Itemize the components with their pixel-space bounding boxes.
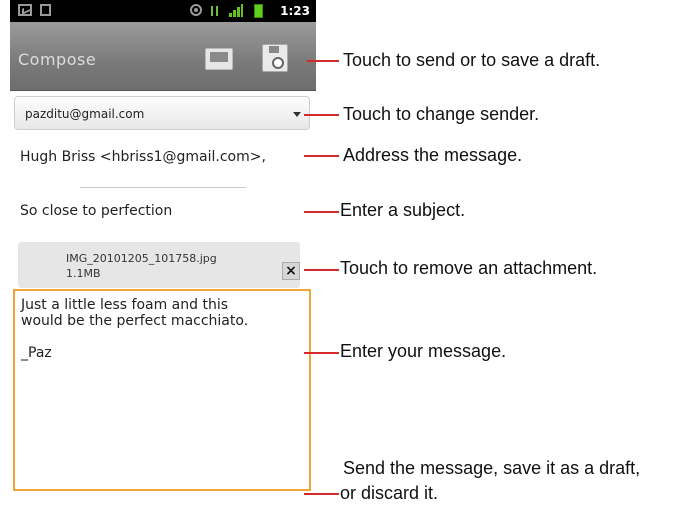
annotation-change-sender: Touch to change sender. [343,104,540,124]
callout-line-address [304,155,339,157]
callout-line-sender [304,114,339,116]
save-draft-icon [262,44,288,72]
attachment-name: IMG_20101205_101758.jpg [66,252,217,265]
gps-icon [190,4,202,16]
title-bar: Compose [10,22,316,91]
send-button[interactable] [205,48,233,70]
phone-screen: 1:23 Compose pazditu@gmail.com Hugh Bris… [10,0,316,491]
save-draft-button[interactable] [262,44,290,74]
subject-field[interactable]: So close to perfection [14,193,310,229]
signal-icon [229,4,243,17]
battery-icon [254,4,263,18]
callout-line-send-discard [304,493,339,495]
annotation-address: Address the message. [343,145,523,165]
screen-title: Compose [18,50,97,69]
annotation-send-discard-line2: or discard it. [340,483,439,503]
email-notification-icon [18,4,32,16]
annotation-remove-attachment: Touch to remove an attachment. [340,258,598,278]
callout-line-message [304,352,339,354]
callout-line-attachment [304,269,339,271]
sender-value: pazditu@gmail.com [25,107,145,121]
divider [80,187,246,188]
status-bar: 1:23 [10,0,316,22]
data-activity-icon [211,4,221,16]
callout-line-send [307,60,339,62]
annotation-subject: Enter a subject. [340,200,466,220]
subject-value: So close to perfection [20,203,173,219]
callout-line-subject [304,211,339,213]
annotation-send-save: Touch to send or to save a draft. [343,50,601,70]
to-field[interactable]: Hugh Briss <hbriss1@gmail.com>, [14,137,310,177]
remove-attachment-button[interactable]: × [282,262,300,280]
attachment-size: 1.1MB [66,267,101,280]
annotation-send-discard-line1: Send the message, save it as a draft, [343,458,641,478]
to-value: Hugh Briss <hbriss1@gmail.com>, [20,149,266,165]
sd-card-icon [40,4,51,16]
send-tray-icon [205,48,233,70]
chevron-down-icon [293,112,301,117]
annotation-message: Enter your message. [340,341,507,361]
message-body-value: Just a little less foam and this would b… [21,297,249,361]
message-body-field[interactable]: Just a little less foam and this would b… [13,289,311,491]
sender-select[interactable]: pazditu@gmail.com [14,96,310,130]
status-time: 1:23 [280,4,310,18]
attachment-item: IMG_20101205_101758.jpg 1.1MB × [18,242,300,288]
